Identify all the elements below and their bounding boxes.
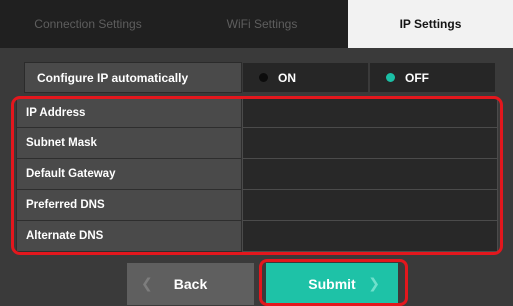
tab-wifi-settings[interactable]: WiFi Settings [176,0,348,48]
field-row-ip-address: IP Address [16,97,498,128]
auto-ip-row: Configure IP automatically ON OFF [24,62,496,93]
field-row-alternate-dns: Alternate DNS [16,221,498,252]
auto-ip-label: Configure IP automatically [24,62,242,93]
radio-dot-selected-icon [386,73,395,82]
field-row-default-gateway: Default Gateway [16,159,498,190]
back-button[interactable]: ❮ Back [127,263,254,305]
tab-bar: Connection Settings WiFi Settings IP Set… [0,0,513,48]
default-gateway-label: Default Gateway [16,159,242,190]
auto-ip-off-option[interactable]: OFF [369,62,496,93]
submit-label: Submit [308,276,356,292]
subnet-mask-label: Subnet Mask [16,128,242,159]
default-gateway-input[interactable] [242,159,498,190]
submit-button[interactable]: Submit ❯ [266,263,398,305]
ip-address-label: IP Address [16,97,242,128]
chevron-left-icon: ❮ [141,275,153,291]
radio-dot-icon [259,73,268,82]
alternate-dns-input[interactable] [242,221,498,252]
auto-ip-on-option[interactable]: ON [242,62,369,93]
field-row-preferred-dns: Preferred DNS [16,190,498,221]
off-label: OFF [405,70,429,85]
tab-ip-settings[interactable]: IP Settings [348,0,513,48]
field-row-subnet-mask: Subnet Mask [16,128,498,159]
on-label: ON [278,70,296,85]
alternate-dns-label: Alternate DNS [16,221,242,252]
subnet-mask-input[interactable] [242,128,498,159]
tab-connection-settings[interactable]: Connection Settings [0,0,176,48]
back-label: Back [173,276,208,292]
ip-address-input[interactable] [242,97,498,128]
chevron-right-icon: ❯ [368,275,380,291]
ip-fields-table: IP Address Subnet Mask Default Gateway P… [16,97,498,252]
preferred-dns-label: Preferred DNS [16,190,242,221]
preferred-dns-input[interactable] [242,190,498,221]
